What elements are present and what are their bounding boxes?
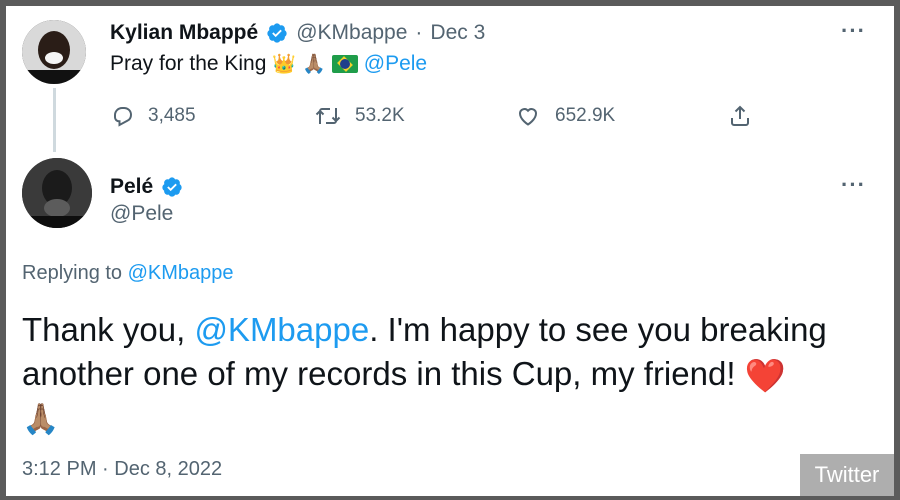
brazil-flag-icon [331, 55, 358, 73]
heart-icon [518, 108, 538, 126]
twitter-watermark: Twitter [800, 454, 894, 496]
replying-to: Replying to @KMbappe [22, 262, 234, 285]
retweet-icon [315, 108, 341, 124]
share-action[interactable] [728, 98, 752, 134]
mention-link[interactable]: @Pele [364, 52, 427, 76]
avatar[interactable] [22, 20, 86, 84]
mbappe-avatar-icon [22, 20, 86, 84]
like-count: 652.9K [555, 105, 616, 126]
heart-emoji: ❤️ [744, 357, 786, 394]
crown-emoji: 👑 [272, 53, 297, 75]
retweet-action[interactable]: 53.2K [315, 98, 405, 134]
replying-mention-link[interactable]: @KMbappe [128, 262, 234, 284]
avatar[interactable] [22, 158, 92, 228]
mention-link[interactable]: @KMbappe [194, 311, 369, 348]
author-name[interactable]: Pelé [110, 175, 153, 199]
author-handle[interactable]: @Pele [110, 202, 173, 226]
pray-emoji: 🙏🏽 [302, 53, 326, 75]
more-options-icon[interactable]: ··· [841, 172, 866, 198]
author-handle[interactable]: @KMbappe [296, 21, 407, 45]
tweet-timestamp[interactable]: 3:12 PM · Dec 8, 2022 [22, 458, 222, 481]
tweet2-text: Thank you, @KMbappe. I'm happy to see yo… [22, 308, 882, 442]
pele-avatar-icon [22, 158, 92, 228]
pray-emoji: 🙏🏽 [22, 403, 60, 436]
thread-connector [53, 88, 56, 152]
share-icon [731, 105, 749, 126]
tweet-card: Kylian Mbappé @KMbappe · Dec 3 ··· Pray … [6, 6, 894, 496]
tweet-text: Pray for the King [110, 52, 267, 75]
tweet1-header: Kylian Mbappé @KMbappe · Dec 3 [110, 18, 485, 48]
separator: · [415, 21, 423, 44]
retweet-count: 53.2K [355, 105, 405, 126]
reply-count: 3,485 [148, 105, 196, 126]
tweet1-text: Pray for the King 👑 🙏🏽 @Pele [110, 52, 427, 76]
tweet-text-part1: Thank you, [22, 311, 195, 348]
reply-action[interactable]: 3,485 [110, 98, 196, 134]
tweet2-header: Pelé [110, 172, 183, 202]
tweet-actions: 3,485 53.2K 652.9K [110, 98, 760, 134]
verified-badge-icon [162, 177, 182, 197]
replying-label: Replying to [22, 262, 123, 284]
reply-icon [114, 107, 133, 127]
verified-badge-icon [267, 23, 287, 43]
like-action[interactable]: 652.9K [515, 98, 615, 134]
more-options-icon[interactable]: ··· [841, 18, 866, 44]
tweet-date[interactable]: Dec 3 [430, 21, 485, 45]
author-name[interactable]: Kylian Mbappé [110, 21, 258, 45]
